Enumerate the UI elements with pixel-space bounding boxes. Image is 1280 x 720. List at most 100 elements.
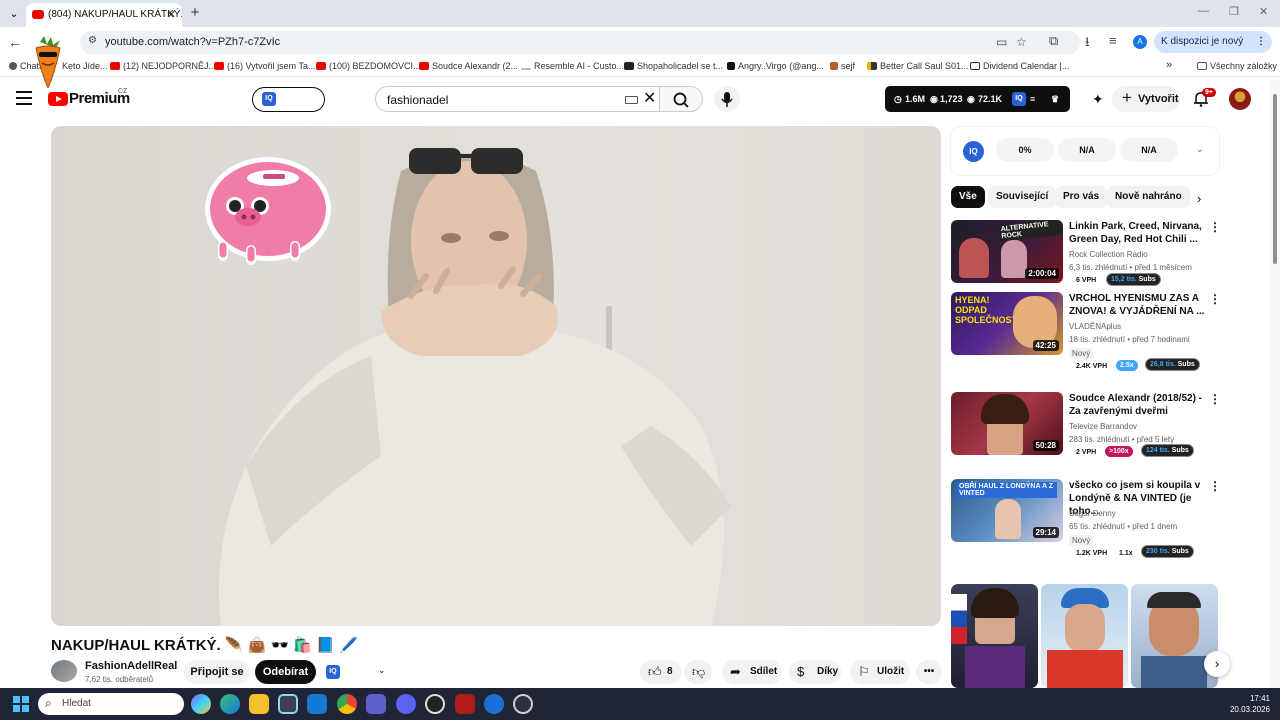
chevron-right-icon[interactable]: › bbox=[1197, 191, 1201, 206]
media-control-icon[interactable]: ≡ bbox=[1109, 33, 1117, 48]
scrollbar-thumb[interactable] bbox=[1273, 94, 1277, 264]
like-button[interactable]: 👍︎ 8 bbox=[640, 660, 682, 684]
youtube-premium-logo[interactable]: Premium CZ bbox=[48, 88, 130, 109]
chip-recently-uploaded[interactable]: Nově nahráno bbox=[1107, 186, 1190, 208]
vidiq-toggle[interactable]: IQ bbox=[252, 87, 325, 112]
list-item[interactable]: 50:28 Soudce Alexandr (2018/52) - Za zav… bbox=[951, 392, 1221, 472]
tab-search-icon[interactable]: ⌄ bbox=[6, 6, 22, 22]
copilot-icon[interactable] bbox=[191, 694, 211, 714]
bookmark-item[interactable]: Soudce Alexandr (2... bbox=[419, 61, 518, 71]
channel-name[interactable]: Televize Barrandov bbox=[1069, 422, 1137, 431]
bookmarks-overflow-icon[interactable]: » bbox=[1166, 59, 1172, 71]
site-info-icon[interactable]: ⚙ bbox=[88, 35, 97, 46]
bookmark-star-icon[interactable]: ☆ bbox=[1016, 35, 1027, 49]
search-input[interactable]: fashionadel bbox=[387, 93, 448, 107]
share-button[interactable]: ➦ Sdílet bbox=[722, 660, 782, 684]
page-scrollbar[interactable] bbox=[1270, 80, 1280, 688]
file-explorer-icon[interactable] bbox=[249, 694, 269, 714]
bookmark-item[interactable]: sejf bbox=[830, 61, 855, 71]
extensions-icon[interactable]: ⧉ bbox=[1049, 33, 1058, 49]
save-button[interactable]: ⚐ Uložit bbox=[850, 660, 910, 684]
edge-icon[interactable] bbox=[220, 694, 240, 714]
more-vert-icon[interactable]: ⋮ bbox=[1209, 479, 1221, 493]
clear-search-icon[interactable]: ✕ bbox=[643, 90, 656, 108]
bookmark-item[interactable]: Keto Jíde... bbox=[62, 61, 108, 71]
video-thumbnail[interactable]: HYENA! ODPAD SPOLEČNOSTI! 42:25 bbox=[951, 292, 1063, 355]
taskbar-search[interactable]: ⌕ Hledat bbox=[38, 693, 184, 715]
discord-icon[interactable] bbox=[396, 694, 416, 714]
more-actions-button[interactable]: ••• bbox=[916, 660, 942, 684]
minimize-button[interactable]: — bbox=[1198, 5, 1209, 17]
chip-related[interactable]: Související bbox=[988, 186, 1057, 208]
keyboard-icon[interactable] bbox=[625, 96, 638, 104]
channel-name[interactable]: Rock Collection Radio bbox=[1069, 250, 1148, 259]
app-icon[interactable] bbox=[455, 694, 475, 714]
video-thumbnail[interactable]: ALTERNATIVE ROCK 2:00:04 bbox=[951, 220, 1063, 283]
profile-avatar[interactable]: A bbox=[1133, 35, 1147, 49]
chevron-down-icon[interactable]: ⌄ bbox=[1196, 144, 1204, 155]
video-thumbnail[interactable]: OBŘÍ HAUL Z LONDÝNA A Z VINTED 29:14 bbox=[951, 479, 1063, 542]
chevron-down-icon[interactable]: ⌄ bbox=[378, 665, 386, 676]
list-item[interactable]: ALTERNATIVE ROCK 2:00:04 Linkin Park, Cr… bbox=[951, 220, 1221, 300]
studio-icon[interactable]: ✦ bbox=[1092, 91, 1104, 108]
video-thumbnail[interactable]: 50:28 bbox=[951, 392, 1063, 455]
wordpress-icon[interactable] bbox=[425, 694, 445, 714]
video-player[interactable] bbox=[51, 126, 941, 626]
dislike-button[interactable]: 👎︎ bbox=[684, 660, 712, 684]
search-box[interactable]: fashionadel ✕ bbox=[375, 86, 660, 112]
more-vert-icon[interactable]: ⋮ bbox=[1256, 31, 1266, 53]
video-title[interactable]: VRCHOL HYENISMU ZAS A ZNOVA! & VYJÁDŘENÍ… bbox=[1069, 292, 1205, 318]
thanks-button[interactable]: $ Díky bbox=[789, 660, 841, 684]
list-item[interactable]: OBŘÍ HAUL Z LONDÝNA A Z VINTED 29:14 vše… bbox=[951, 479, 1221, 559]
account-avatar[interactable] bbox=[1229, 88, 1251, 110]
teams-icon[interactable] bbox=[366, 694, 386, 714]
more-vert-icon[interactable]: ⋮ bbox=[1209, 220, 1221, 234]
windows-start-icon[interactable] bbox=[13, 696, 29, 712]
more-vert-icon[interactable]: ⋮ bbox=[1209, 292, 1221, 306]
bookmark-item[interactable]: Angry..Virgo (@ang... bbox=[727, 61, 824, 71]
join-button[interactable]: Připojit se bbox=[184, 660, 250, 684]
chip-for-you[interactable]: Pro vás bbox=[1055, 186, 1108, 208]
bookmark-item[interactable]: (12) NEJODPORNĚJ... bbox=[110, 61, 216, 71]
search-button[interactable] bbox=[659, 86, 703, 112]
create-button[interactable]: Vytvořit bbox=[1112, 85, 1180, 112]
video-title[interactable]: Soudce Alexandr (2018/52) - Za zavřenými… bbox=[1069, 392, 1205, 418]
all-bookmarks-folder[interactable]: Všechny záložky bbox=[1197, 61, 1277, 71]
vidiq-stats-bar[interactable]: ◷ 1.6M ◉ 1,723 ◉ 72.1K IQ ≡ ♛ bbox=[885, 86, 1070, 112]
obs-icon[interactable] bbox=[513, 694, 533, 714]
bookmark-item[interactable]: Better Call Saul S01... bbox=[867, 61, 969, 71]
system-clock[interactable]: 17:41 20.03.2026 bbox=[1224, 693, 1270, 715]
vidiq-logo-icon[interactable]: IQ bbox=[326, 665, 340, 679]
address-bar[interactable]: ⚙ youtube.com/watch?v=PZh7-c7ZvIc ▭ ☆ bbox=[80, 31, 1080, 54]
tab-close-icon[interactable]: ✕ bbox=[167, 3, 176, 27]
restore-button[interactable]: ❐ bbox=[1229, 5, 1239, 18]
chrome-update-button[interactable]: K dispozici je nový Chrome ⋮ bbox=[1154, 31, 1272, 69]
close-window-button[interactable]: ✕ bbox=[1259, 5, 1268, 18]
bookmark-item[interactable]: (100) BEZDOMOVCI... bbox=[316, 61, 421, 71]
bookmark-item[interactable]: Resemble AI - Custo... bbox=[521, 61, 624, 71]
app-icon[interactable] bbox=[484, 694, 504, 714]
list-icon[interactable]: ≡ bbox=[1030, 94, 1035, 104]
store-icon[interactable] bbox=[278, 694, 298, 714]
video-title[interactable]: Linkin Park, Creed, Nirvana, Green Day, … bbox=[1069, 220, 1205, 246]
url-text[interactable]: youtube.com/watch?v=PZh7-c7ZvIc bbox=[105, 36, 280, 48]
shorts-thumbnail[interactable] bbox=[951, 584, 1038, 688]
mail-icon[interactable] bbox=[307, 694, 327, 714]
more-vert-icon[interactable]: ⋮ bbox=[1209, 392, 1221, 406]
bookmark-item[interactable]: (16) Vytvořil jsem Ta... bbox=[214, 61, 316, 71]
chrome-icon[interactable] bbox=[337, 694, 357, 714]
chip-all[interactable]: Vše bbox=[951, 186, 985, 208]
chevron-right-icon[interactable]: › bbox=[1204, 651, 1230, 677]
subscribe-button[interactable]: Odebírat bbox=[255, 660, 316, 684]
new-tab-button[interactable]: + bbox=[186, 4, 204, 22]
list-item[interactable]: HYENA! ODPAD SPOLEČNOSTI! 42:25 VRCHOL H… bbox=[951, 292, 1221, 372]
channel-name[interactable]: VLADĚNAplus bbox=[1069, 322, 1121, 331]
install-app-icon[interactable]: ▭ bbox=[996, 35, 1007, 49]
channel-avatar[interactable] bbox=[51, 660, 77, 682]
shorts-thumbnail[interactable] bbox=[1131, 584, 1218, 688]
vidiq-logo-icon[interactable]: IQ bbox=[1012, 92, 1026, 106]
voice-search-button[interactable] bbox=[714, 86, 740, 112]
channel-name[interactable]: FashionAdellReal bbox=[85, 660, 177, 672]
browser-tab[interactable]: (804) NAKUP/HAUL KRÁTKÝ. 🪶 ✕ bbox=[26, 3, 182, 27]
bookmark-item[interactable]: Shopaholicadel se t... bbox=[624, 61, 723, 71]
